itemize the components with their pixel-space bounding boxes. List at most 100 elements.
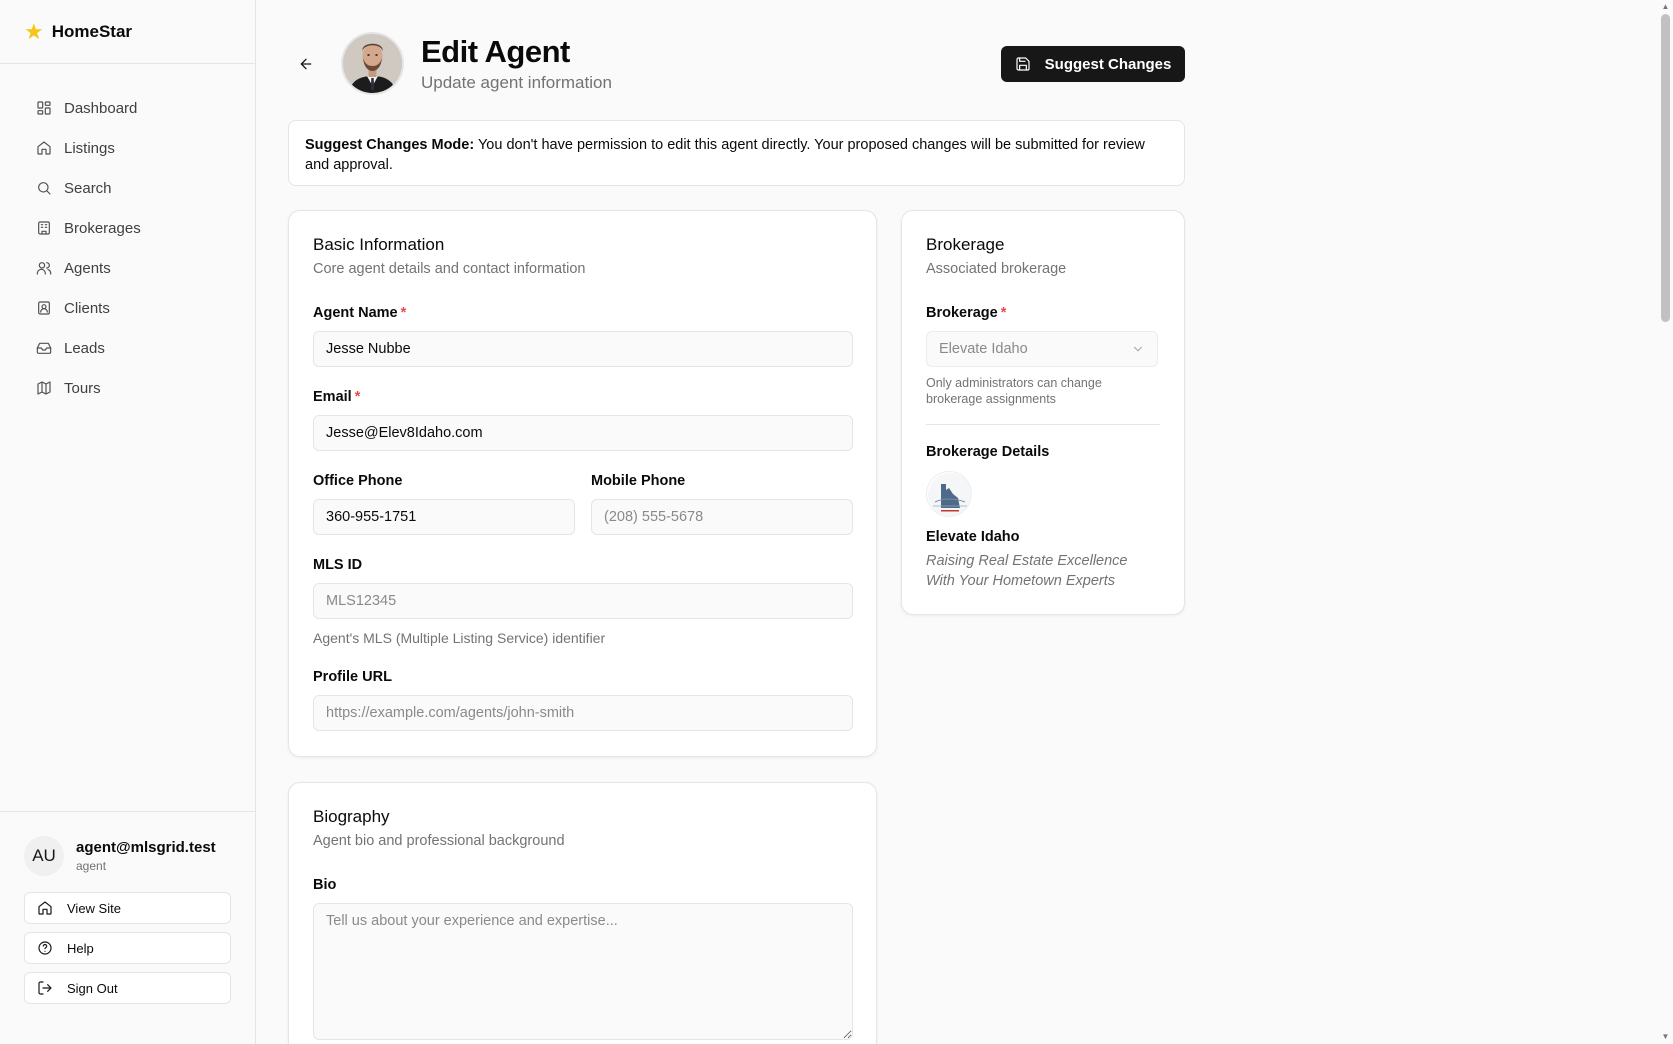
mls-id-field: MLS ID Agent's MLS (Multiple Listing Ser…: [313, 557, 853, 646]
avatar: AU: [24, 836, 64, 876]
email-field: Email *: [313, 389, 853, 451]
profile-url-input[interactable]: [313, 695, 853, 731]
scrollbar-thumb[interactable]: [1661, 14, 1670, 322]
biography-card: Biography Agent bio and professional bac…: [288, 782, 877, 1044]
permission-alert: Suggest Changes Mode: You don't have per…: [288, 120, 1185, 186]
sidebar-footer: AU agent@mlsgrid.test agent View Site He…: [0, 811, 255, 1044]
brokerage-details-label: Brokerage Details: [926, 444, 1050, 460]
sidebar-item-agents[interactable]: Agents: [24, 248, 231, 288]
brokerage-help: Only administrators can change brokerage…: [926, 376, 1102, 406]
sidebar-item-listings[interactable]: Listings: [24, 128, 231, 168]
scroll-down-arrow[interactable]: ▼: [1661, 1032, 1670, 1042]
agent-name-label: Agent Name *: [313, 305, 407, 321]
user-role: agent: [76, 859, 107, 873]
sidebar-item-label: Tours: [64, 379, 101, 397]
help-circle-icon: [38, 941, 52, 955]
brand[interactable]: ★ HomeStar: [0, 0, 255, 64]
bio-field: Bio: [313, 877, 853, 1040]
save-icon: [1016, 57, 1030, 71]
sidebar-item-search[interactable]: Search: [24, 168, 231, 208]
sidebar-item-label: Listings: [64, 139, 115, 157]
home-icon: [37, 141, 51, 155]
card-description: Core agent details and contact informati…: [313, 261, 586, 277]
alert-title: Suggest Changes Mode:: [305, 137, 475, 153]
profile-url-label: Profile URL: [313, 669, 392, 685]
brokerage-label: Brokerage *: [926, 305, 1007, 321]
page-title: Edit Agent: [421, 34, 570, 69]
map-icon: [37, 381, 51, 395]
office-phone-input[interactable]: [313, 499, 575, 535]
agent-photo: [341, 32, 404, 95]
brokerage-logo: [926, 471, 972, 517]
brokerage-field: Brokerage * Elevate Idaho Only administra…: [926, 305, 1158, 407]
basic-information-card: Basic Information Core agent details and…: [288, 210, 877, 757]
sign-out-label: Sign Out: [67, 980, 118, 996]
sidebar-item-label: Clients: [64, 299, 110, 317]
profile-url-field: Profile URL: [313, 669, 853, 731]
agent-name-input[interactable]: [313, 331, 853, 367]
sidebar-item-label: Search: [64, 179, 112, 197]
mls-id-label: MLS ID: [313, 557, 363, 573]
user-email: agent@mlsgrid.test: [76, 839, 216, 856]
home-icon: [38, 901, 52, 915]
main-content: Edit Agent Update agent information Sugg…: [288, 0, 1185, 1044]
brokerage-select-value: Elevate Idaho: [939, 341, 1028, 357]
card-title: Biography: [313, 807, 390, 826]
mls-id-input[interactable]: [313, 583, 853, 619]
suggest-changes-label: Suggest Changes: [1044, 55, 1172, 73]
brokerage-name: Elevate Idaho: [926, 529, 1020, 545]
sign-out-button[interactable]: Sign Out: [24, 972, 231, 1004]
inbox-icon: [36, 342, 52, 354]
sidebar-item-label: Leads: [64, 339, 105, 357]
card-description: Associated brokerage: [926, 261, 1067, 277]
building-icon: [38, 221, 50, 235]
sidebar-item-label: Agents: [64, 259, 111, 277]
page-scrollbar[interactable]: ▲ ▼: [1658, 0, 1673, 1044]
star-icon: ★: [24, 18, 44, 44]
log-out-icon: [38, 981, 52, 995]
mls-id-help: Agent's MLS (Multiple Listing Service) i…: [313, 630, 606, 646]
office-phone-label: Office Phone: [313, 473, 403, 489]
sidebar-item-dashboard[interactable]: Dashboard: [24, 88, 231, 128]
card-title: Brokerage: [926, 235, 1005, 254]
card-title: Basic Information: [313, 235, 445, 254]
page-header: Edit Agent Update agent information Sugg…: [288, 0, 1185, 120]
arrow-left-icon: [300, 58, 312, 70]
divider: [926, 424, 1160, 425]
suggest-changes-button[interactable]: Suggest Changes: [1001, 46, 1185, 82]
sidebar-nav: Dashboard Listings Search Brokerages Age…: [0, 64, 255, 408]
sidebar-item-label: Dashboard: [64, 99, 138, 117]
back-button[interactable]: [288, 50, 324, 78]
app-name: HomeStar: [51, 21, 133, 41]
sidebar: ★ HomeStar Dashboard Listings Search Bro…: [0, 0, 256, 1044]
sidebar-item-leads[interactable]: Leads: [24, 328, 231, 368]
sidebar-item-brokerages[interactable]: Brokerages: [24, 208, 231, 248]
brokerage-card: Brokerage Associated brokerage Brokerage…: [901, 210, 1185, 615]
sidebar-item-tours[interactable]: Tours: [24, 368, 231, 408]
mobile-phone-label: Mobile Phone: [591, 473, 686, 489]
mobile-phone-field: Mobile Phone: [591, 473, 853, 535]
contact-icon: [38, 301, 50, 315]
search-icon: [38, 182, 51, 195]
scroll-up-arrow[interactable]: ▲: [1661, 2, 1670, 12]
sidebar-item-label: Brokerages: [64, 219, 141, 237]
view-site-label: View Site: [67, 900, 121, 916]
brokerage-tagline: Raising Real Estate Excellence With Your…: [926, 553, 1128, 589]
sidebar-item-clients[interactable]: Clients: [24, 288, 231, 328]
view-site-button[interactable]: View Site: [24, 892, 231, 924]
help-label: Help: [67, 940, 94, 956]
office-phone-field: Office Phone: [313, 473, 575, 535]
brokerage-select[interactable]: Elevate Idaho: [926, 331, 1158, 367]
email-label: Email *: [313, 389, 361, 405]
help-button[interactable]: Help: [24, 932, 231, 964]
users-icon: [36, 262, 52, 275]
page-subtitle: Update agent information: [421, 73, 612, 92]
email-input[interactable]: [313, 415, 853, 451]
user-info[interactable]: AU agent@mlsgrid.test agent: [24, 832, 231, 880]
chevron-down-icon: [1133, 346, 1143, 352]
mobile-phone-input[interactable]: [591, 499, 853, 535]
layout-grid-icon: [37, 101, 51, 115]
card-description: Agent bio and professional background: [313, 833, 565, 849]
bio-textarea[interactable]: [313, 903, 853, 1040]
bio-label: Bio: [313, 877, 337, 893]
